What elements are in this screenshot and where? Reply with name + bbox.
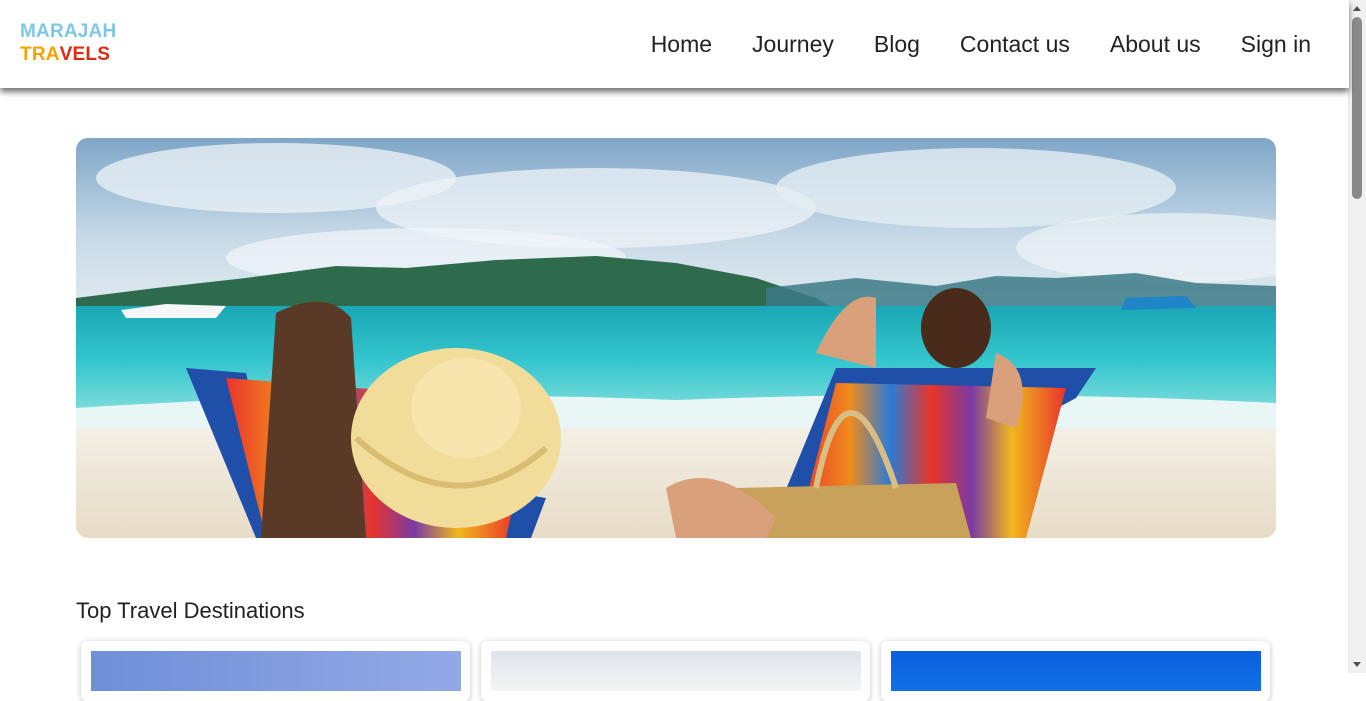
nav-about-us[interactable]: About us — [1110, 30, 1201, 58]
nav-sign-in[interactable]: Sign in — [1241, 30, 1311, 58]
destination-card-image — [491, 651, 861, 691]
nav-blog[interactable]: Blog — [874, 30, 920, 58]
destination-card[interactable] — [481, 641, 870, 701]
nav-journey[interactable]: Journey — [752, 30, 834, 58]
main-nav: Home Journey Blog Contact us About us Si… — [651, 30, 1311, 58]
logo[interactable]: MARAJAH T R A V E L S — [20, 20, 116, 66]
logo-letter: A — [45, 44, 60, 65]
nav-contact-us[interactable]: Contact us — [960, 30, 1070, 58]
scroll-up-arrow-icon[interactable] — [1353, 6, 1361, 11]
logo-letter: T — [20, 44, 32, 65]
logo-letter: R — [31, 44, 46, 65]
logo-letter: S — [97, 44, 111, 65]
logo-line2: T R A V E L S — [20, 43, 116, 66]
site-header: MARAJAH T R A V E L S Home Journey Blog … — [0, 0, 1349, 88]
page-scrollbar[interactable] — [1348, 0, 1366, 673]
nav-home[interactable]: Home — [651, 30, 712, 58]
scroll-down-arrow-icon[interactable] — [1353, 662, 1361, 667]
logo-letter: V — [59, 44, 73, 65]
section-title-top-destinations: Top Travel Destinations — [76, 598, 305, 623]
hero-image — [76, 138, 1276, 538]
logo-letter: E — [72, 44, 86, 65]
destination-card-image — [891, 651, 1261, 691]
logo-line1: MARAJAH — [20, 21, 117, 42]
logo-letter: L — [85, 44, 98, 65]
destination-card[interactable] — [81, 641, 470, 701]
beach-scene-illustration — [76, 138, 1276, 538]
destination-card[interactable] — [881, 641, 1270, 701]
scroll-thumb[interactable] — [1352, 17, 1362, 199]
destination-card-image — [91, 651, 461, 691]
